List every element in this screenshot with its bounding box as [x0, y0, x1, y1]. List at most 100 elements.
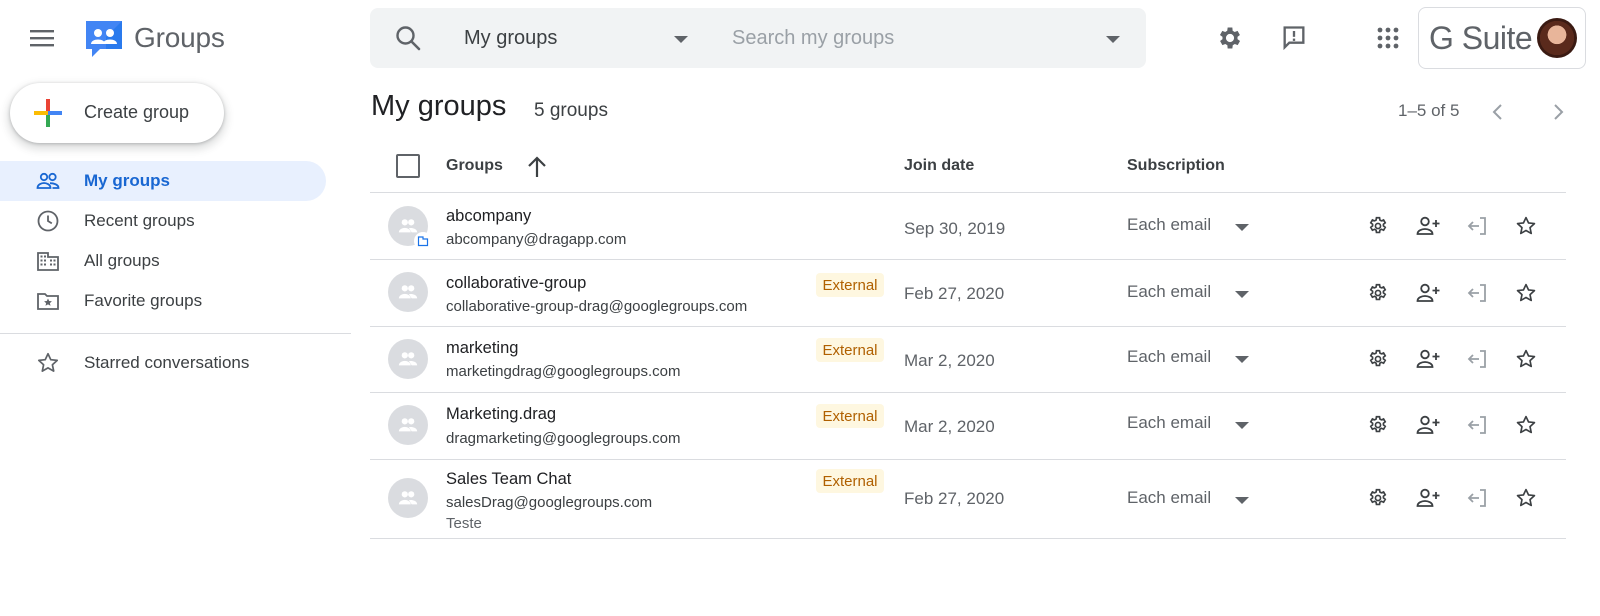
star-icon — [1516, 216, 1536, 235]
account-panel: G Suite — [1418, 7, 1586, 69]
chevron-down-icon — [1235, 497, 1249, 504]
table-row[interactable]: abcompany abcompany@dragapp.com Sep 30, … — [370, 193, 1566, 259]
search-scope-label: My groups — [464, 26, 558, 49]
subscription-label: Each email — [1127, 347, 1212, 366]
group-email: abcompany@dragapp.com — [446, 231, 627, 248]
groups-logo-icon[interactable] — [82, 17, 126, 61]
leave-group-button[interactable] — [1461, 482, 1493, 514]
star-icon — [1516, 349, 1536, 368]
group-settings-button[interactable] — [1362, 343, 1394, 375]
sidebar-item-label: All groups — [84, 251, 160, 270]
group-name[interactable]: Sales Team Chat — [446, 470, 571, 489]
external-badge: External — [816, 404, 884, 428]
search-bar: My groups — [370, 8, 1146, 68]
group-settings-button[interactable] — [1362, 482, 1394, 514]
leave-group-button[interactable] — [1461, 277, 1493, 309]
sidebar-item-label: Recent groups — [84, 211, 195, 230]
group-name[interactable]: abcompany — [446, 207, 531, 226]
apps-grid-icon — [1377, 27, 1399, 49]
building-icon — [417, 236, 429, 247]
subscription-dropdown[interactable]: Each email — [1127, 280, 1257, 308]
add-member-button[interactable] — [1412, 409, 1444, 441]
favorite-button[interactable] — [1510, 409, 1542, 441]
subscription-dropdown[interactable]: Each email — [1127, 213, 1257, 241]
exit-icon — [1467, 217, 1486, 235]
next-page-button[interactable] — [1544, 98, 1572, 126]
clock-icon — [37, 210, 59, 232]
subscription-label: Each email — [1127, 215, 1212, 234]
subscription-dropdown[interactable]: Each email — [1127, 411, 1257, 439]
select-all-checkbox[interactable] — [396, 154, 420, 178]
join-date: Mar 2, 2020 — [904, 351, 995, 370]
person-add-icon — [1416, 283, 1440, 302]
group-email: collaborative-group-drag@googlegroups.co… — [446, 298, 748, 315]
group-name[interactable]: Marketing.drag — [446, 405, 556, 424]
menu-icon — [30, 30, 54, 47]
subscription-dropdown[interactable]: Each email — [1127, 345, 1257, 373]
group-description: Teste — [446, 515, 482, 532]
leave-group-button[interactable] — [1461, 343, 1493, 375]
table-row[interactable]: marketing marketingdrag@googlegroups.com… — [370, 327, 1566, 392]
sidebar-item-favorite-groups[interactable]: Favorite groups — [0, 281, 326, 321]
star-icon — [1516, 488, 1536, 507]
subscription-label: Each email — [1127, 413, 1212, 432]
group-settings-button[interactable] — [1362, 210, 1394, 242]
page-title: My groups — [371, 90, 507, 122]
main-menu-button[interactable] — [26, 22, 58, 54]
group-name[interactable]: marketing — [446, 339, 518, 358]
table-row[interactable]: collaborative-group collaborative-group-… — [370, 260, 1566, 326]
sidebar-divider — [0, 333, 351, 334]
group-icon — [398, 418, 418, 432]
subscription-label: Each email — [1127, 488, 1212, 507]
favorite-button[interactable] — [1510, 343, 1542, 375]
create-group-button[interactable]: Create group — [10, 83, 224, 143]
add-member-button[interactable] — [1412, 277, 1444, 309]
group-icon — [398, 285, 418, 299]
chevron-down-icon — [1235, 356, 1249, 363]
search-input[interactable] — [732, 20, 1102, 56]
leave-group-button[interactable] — [1461, 409, 1493, 441]
people-icon — [36, 172, 60, 189]
exit-icon — [1467, 350, 1486, 368]
sidebar-item-recent-groups[interactable]: Recent groups — [0, 201, 326, 241]
group-settings-button[interactable] — [1362, 277, 1394, 309]
arrow-up-icon[interactable] — [524, 154, 550, 180]
apps-button[interactable] — [1370, 20, 1406, 56]
search-options-button[interactable] — [1102, 28, 1124, 50]
feedback-button[interactable] — [1276, 20, 1312, 56]
group-settings-button[interactable] — [1362, 409, 1394, 441]
favorite-button[interactable] — [1510, 210, 1542, 242]
table-row[interactable]: Marketing.drag dragmarketing@googlegroup… — [370, 393, 1566, 459]
previous-page-button[interactable] — [1484, 98, 1512, 126]
organization-badge — [414, 232, 432, 250]
add-member-button[interactable] — [1412, 210, 1444, 242]
add-member-button[interactable] — [1412, 343, 1444, 375]
sidebar-item-all-groups[interactable]: All groups — [0, 241, 326, 281]
avatar[interactable] — [1537, 18, 1577, 58]
search-scope-dropdown[interactable]: My groups — [464, 8, 710, 68]
leave-group-button[interactable] — [1461, 210, 1493, 242]
column-header-groups[interactable]: Groups — [446, 157, 503, 175]
sidebar-item-my-groups[interactable]: My groups — [0, 161, 326, 201]
sidebar-item-label: My groups — [84, 171, 170, 190]
search-icon[interactable] — [394, 24, 422, 52]
join-date: Mar 2, 2020 — [904, 417, 995, 436]
join-date: Sep 30, 2019 — [904, 219, 1006, 238]
person-add-icon — [1416, 216, 1440, 235]
add-member-button[interactable] — [1412, 482, 1444, 514]
favorite-button[interactable] — [1510, 277, 1542, 309]
subscription-dropdown[interactable]: Each email — [1127, 486, 1257, 514]
join-date: Feb 27, 2020 — [904, 284, 1005, 303]
group-icon — [398, 352, 418, 366]
gsuite-logo: G Suite — [1429, 20, 1533, 56]
app-name[interactable]: Groups — [134, 22, 225, 54]
column-header-join-date: Join date — [904, 157, 975, 174]
favorite-button[interactable] — [1510, 482, 1542, 514]
sidebar-item-starred-conversations[interactable]: Starred conversations — [0, 343, 326, 383]
settings-button[interactable] — [1212, 20, 1248, 56]
external-badge: External — [816, 338, 884, 362]
table-row[interactable]: Sales Team Chat salesDrag@googlegroups.c… — [370, 460, 1566, 538]
group-email: salesDrag@googlegroups.com — [446, 494, 653, 511]
group-name[interactable]: collaborative-group — [446, 274, 586, 293]
star-icon — [1516, 415, 1536, 434]
